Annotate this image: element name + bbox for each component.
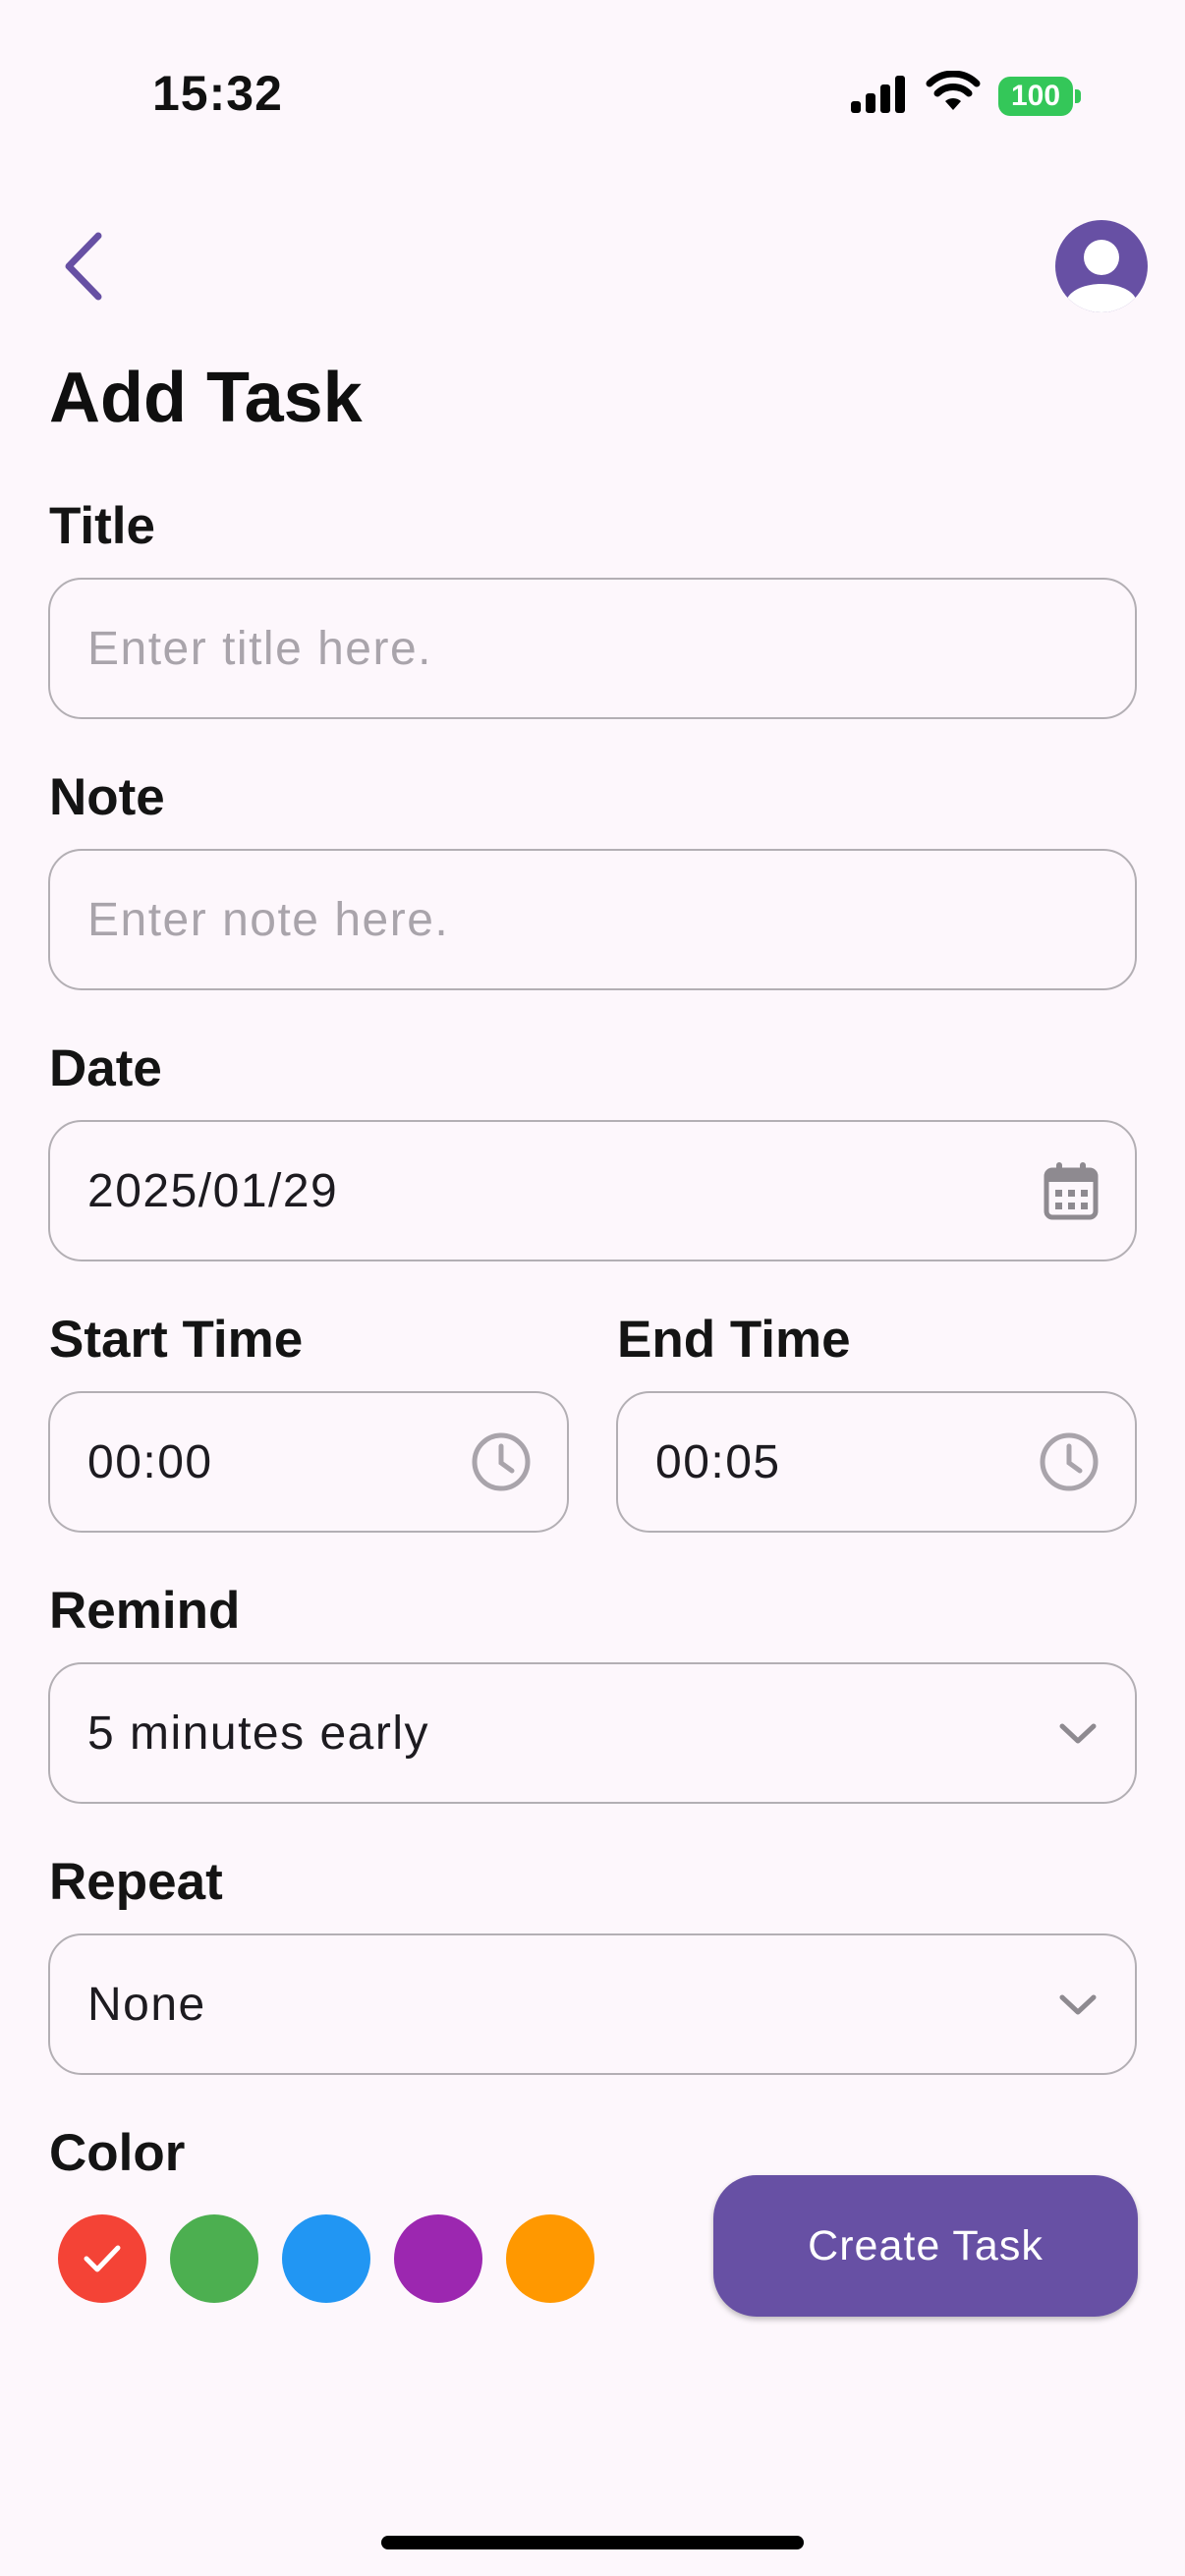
color-swatch[interactable]	[394, 2214, 482, 2303]
create-task-button[interactable]: Create Task	[713, 2175, 1138, 2317]
repeat-label: Repeat	[49, 1853, 223, 1911]
color-swatch[interactable]	[506, 2214, 594, 2303]
date-label: Date	[49, 1039, 162, 1097]
chevron-left-icon	[65, 232, 102, 301]
person-avatar-icon	[1067, 240, 1136, 312]
date-value: 2025/01/29	[87, 1164, 339, 1217]
end-time-value: 00:05	[655, 1435, 781, 1488]
end-time-label: End Time	[617, 1311, 851, 1369]
chevron-down-icon	[1056, 1989, 1100, 2019]
clock-icon[interactable]	[471, 1431, 532, 1492]
remind-value: 5 minutes early	[87, 1707, 429, 1760]
signal-icon	[851, 76, 905, 113]
note-placeholder: Enter note here.	[87, 893, 450, 946]
remind-select[interactable]: 5 minutes early	[48, 1662, 1137, 1804]
color-swatch[interactable]	[170, 2214, 258, 2303]
remind-label: Remind	[49, 1582, 241, 1640]
battery-tip	[1075, 89, 1081, 103]
profile-avatar-button[interactable]	[1055, 220, 1148, 312]
check-icon	[84, 2245, 121, 2272]
note-label: Note	[49, 768, 165, 826]
note-input[interactable]: Enter note here.	[48, 849, 1137, 990]
page-title: Add Task	[49, 359, 363, 437]
color-swatch[interactable]	[58, 2214, 146, 2303]
home-indicator	[381, 2536, 804, 2549]
clock-icon[interactable]	[1039, 1431, 1100, 1492]
wifi-icon	[926, 71, 981, 110]
chevron-down-icon	[1056, 1718, 1100, 1748]
title-input[interactable]: Enter title here.	[48, 578, 1137, 719]
date-field[interactable]: 2025/01/29	[48, 1120, 1137, 1261]
status-time: 15:32	[152, 66, 283, 121]
repeat-select[interactable]: None	[48, 1933, 1137, 2075]
back-button[interactable]	[49, 222, 118, 310]
title-placeholder: Enter title here.	[87, 622, 432, 675]
end-time-field[interactable]: 00:05	[616, 1391, 1137, 1533]
repeat-value: None	[87, 1978, 206, 2031]
title-label: Title	[49, 497, 155, 555]
calendar-icon[interactable]	[1043, 1160, 1100, 1221]
color-swatch[interactable]	[282, 2214, 370, 2303]
color-label: Color	[49, 2124, 186, 2182]
start-time-field[interactable]: 00:00	[48, 1391, 569, 1533]
start-time-label: Start Time	[49, 1311, 304, 1369]
battery-indicator: 100	[998, 77, 1073, 116]
start-time-value: 00:00	[87, 1435, 213, 1488]
